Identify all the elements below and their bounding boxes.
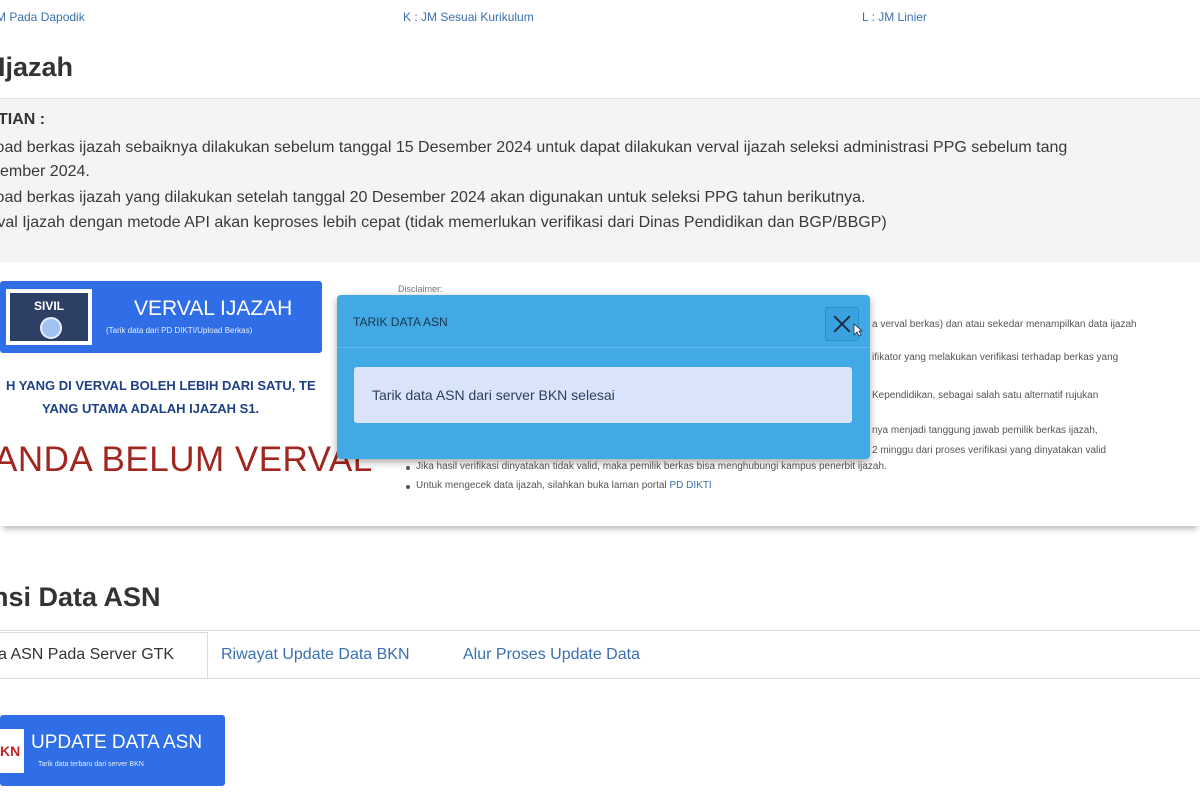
- verval-ijazah-label: VERVAL IJAZAH: [134, 297, 293, 320]
- bkn-logo: KN: [0, 729, 24, 773]
- top-link-dapodik[interactable]: M Pada Dapodik: [0, 10, 85, 24]
- top-link-kurikulum[interactable]: K : JM Sesuai Kurikulum: [403, 10, 534, 24]
- modal-divider: [337, 347, 870, 348]
- sivil-emblem-icon: [40, 317, 62, 339]
- warning-text-line: YANG UTAMA ADALAH IJAZAH S1.: [42, 401, 260, 416]
- tabs-divider: [0, 678, 1200, 679]
- pd-dikti-link[interactable]: PD DIKTI: [669, 480, 711, 491]
- tab-data-asn-server-gtk[interactable]: a ASN Pada Server GTK: [0, 646, 174, 664]
- sivil-logo-text: SIVIL: [33, 299, 64, 313]
- notice-line: load berkas ijazah sebaiknya dilakukan s…: [0, 139, 1068, 156]
- notice-heading: TIAN :: [0, 111, 46, 128]
- mouse-cursor-icon: [853, 323, 863, 337]
- tab-riwayat-update-bkn[interactable]: Riwayat Update Data BKN: [221, 646, 410, 664]
- top-link-linier[interactable]: L : JM Linier: [862, 10, 927, 24]
- disclaimer-text: 2 minggu dari proses verifikasi yang din…: [872, 445, 1107, 456]
- notice-line: sember 2024.: [0, 163, 90, 180]
- tab-alur-proses-update[interactable]: Alur Proses Update Data: [463, 646, 640, 664]
- disclaimer-bullet: Jika hasil verifikasi dinyatakan tidak v…: [416, 461, 887, 472]
- section-divider: [0, 630, 1200, 631]
- page: M Pada Dapodik K : JM Sesuai Kurikulum L…: [0, 0, 1200, 800]
- update-data-asn-sublabel: Tarik data terbaru dari server BKN: [38, 761, 144, 768]
- disclaimer-title: Disclaimer:: [398, 284, 443, 294]
- disclaimer-text: Kependidikan, sebagai salah satu alterna…: [872, 390, 1099, 401]
- update-data-asn-button[interactable]: KN UPDATE DATA ASN Tarik data terbaru da…: [0, 715, 225, 786]
- top-links: M Pada Dapodik K : JM Sesuai Kurikulum L…: [0, 10, 1200, 26]
- modal-title: TARIK DATA ASN: [353, 315, 448, 329]
- ijazah-section-title: Ijazah: [0, 52, 74, 82]
- disclaimer-text: a verval berkas) dan atau sekedar menamp…: [872, 319, 1137, 330]
- modal-message-text: Tarik data ASN dari server BKN selesai: [372, 387, 615, 403]
- warning-text-line: H YANG DI VERVAL BOLEH LEBIH DARI SATU, …: [6, 378, 316, 393]
- sivil-logo: SIVIL: [6, 289, 92, 345]
- disclaimer-bullet-text: Untuk mengecek data ijazah, silahkan buk…: [416, 480, 670, 491]
- bullet-dot: [406, 466, 410, 470]
- notice-line: rval Ijazah dengan metode API akan kepro…: [0, 214, 887, 231]
- asn-tabs: a ASN Pada Server GTK Riwayat Update Dat…: [0, 632, 1200, 678]
- notice-line: load berkas ijazah yang dilakukan setela…: [0, 189, 866, 206]
- asn-section-title: nsi Data ASN: [0, 582, 161, 612]
- tarik-data-asn-modal: TARIK DATA ASN Tarik data ASN dari serve…: [337, 295, 870, 459]
- notice-panel: TIAN : load berkas ijazah sebaiknya dila…: [0, 98, 1200, 264]
- verval-ijazah-sublabel: (Tarik data dari PD DIKTI/Upload Berkas): [106, 326, 253, 335]
- disclaimer-text: ifikator yang melakukan verifikasi terha…: [872, 352, 1119, 363]
- verval-ijazah-button[interactable]: SIVIL VERVAL IJAZAH (Tarik data dari PD …: [0, 281, 322, 353]
- update-data-asn-label: UPDATE DATA ASN: [31, 732, 203, 753]
- bkn-logo-text: KN: [0, 743, 21, 759]
- bullet-dot: [406, 485, 410, 489]
- verval-status-text: ANDA BELUM VERVAL: [0, 440, 373, 479]
- disclaimer-bullet: Untuk mengecek data ijazah, silahkan buk…: [416, 480, 712, 491]
- modal-message-box: Tarik data ASN dari server BKN selesai: [354, 367, 852, 423]
- disclaimer-text: nya menjadi tanggung jawab pemilik berka…: [872, 425, 1098, 436]
